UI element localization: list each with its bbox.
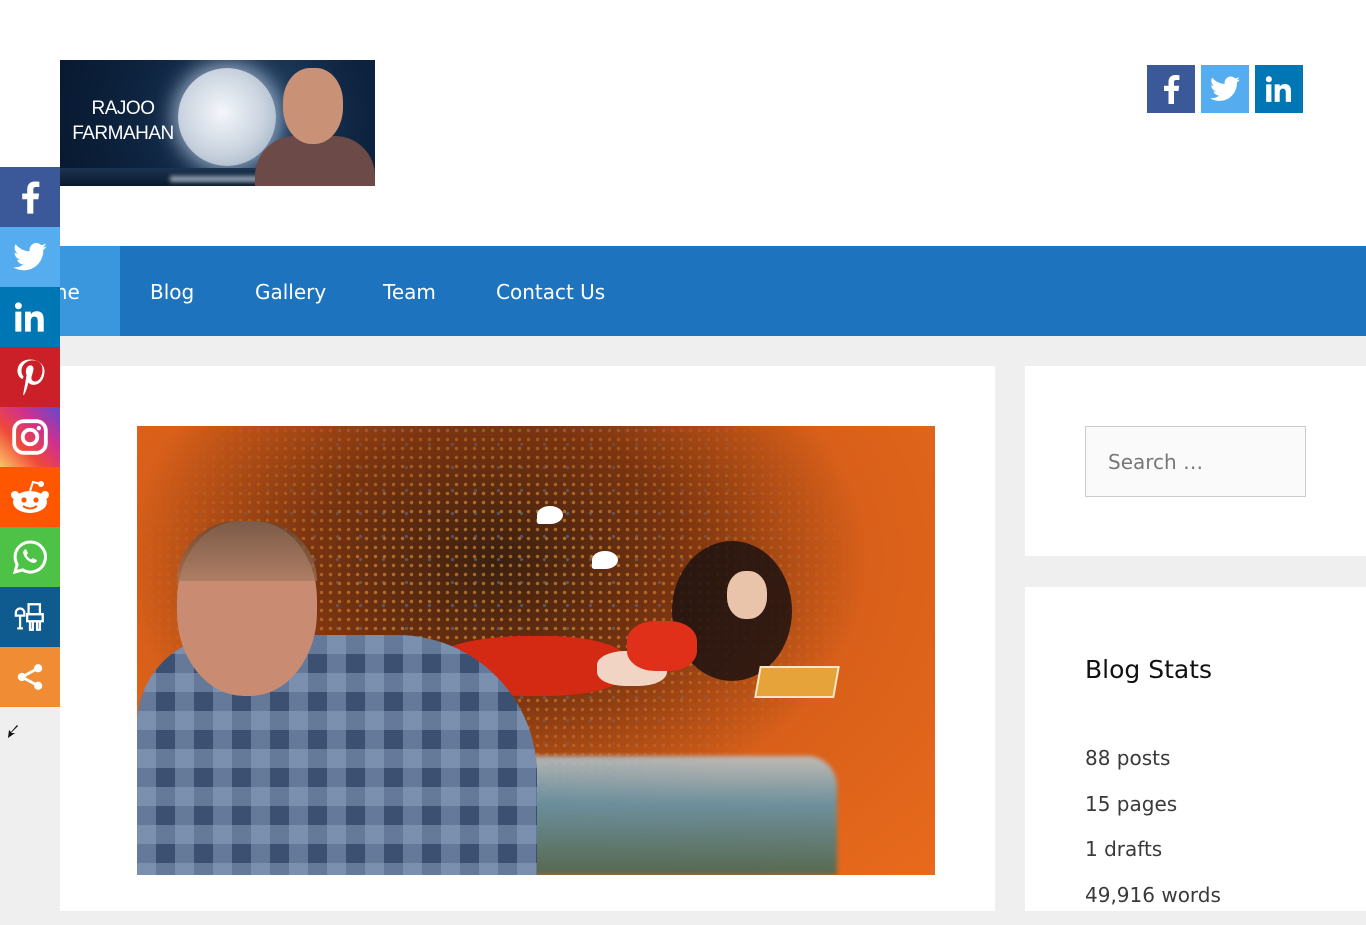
header-social-links: [1147, 65, 1303, 113]
logo-text-line1: RAJOO: [68, 96, 178, 121]
logo-portrait: [255, 68, 375, 186]
share-instagram-button[interactable]: [0, 407, 60, 467]
main-navigation: me Blog Gallery Team Contact Us: [0, 246, 1366, 336]
header-facebook-link[interactable]: [1147, 65, 1195, 113]
main-content: [60, 366, 995, 911]
share-more-button[interactable]: [0, 647, 60, 707]
site-logo[interactable]: RAJOO FARMAHAN: [60, 60, 375, 186]
collapse-arrow-icon: [4, 724, 20, 740]
share-bookmark-button[interactable]: [0, 587, 60, 647]
blog-stats-widget: Blog Stats 88 posts 15 pages 1 drafts 49…: [1025, 587, 1366, 911]
share-pinterest-button[interactable]: [0, 347, 60, 407]
bookmark-service-icon: [13, 600, 47, 634]
dove-graphic: [537, 506, 563, 524]
stat-drafts: 1 drafts: [1085, 834, 1221, 880]
painting-water: [487, 756, 837, 875]
header-linkedin-link[interactable]: [1255, 65, 1303, 113]
nav-item-contact-us[interactable]: Contact Us: [496, 246, 605, 336]
stat-words: 49,916 words: [1085, 880, 1221, 925]
linkedin-icon: [14, 301, 46, 333]
logo-text: RAJOO FARMAHAN: [68, 96, 178, 146]
linkedin-icon: [1265, 75, 1293, 103]
sidebar-search-widget: [1025, 366, 1366, 556]
dove-graphic: [592, 551, 618, 569]
header-twitter-link[interactable]: [1201, 65, 1249, 113]
share-linkedin-button[interactable]: [0, 287, 60, 347]
facebook-icon: [1162, 74, 1180, 104]
share-reddit-button[interactable]: [0, 467, 60, 527]
nav-item-team[interactable]: Team: [383, 246, 436, 336]
whatsapp-icon: [12, 539, 48, 575]
share-whatsapp-button[interactable]: [0, 527, 60, 587]
blog-stats-title: Blog Stats: [1085, 655, 1212, 684]
book-graphic: [754, 666, 840, 698]
stat-posts: 88 posts: [1085, 743, 1221, 789]
logo-text-line2: FARMAHAN: [68, 121, 178, 146]
site-header: RAJOO FARMAHAN: [0, 0, 1366, 246]
pinterest-icon: [15, 358, 45, 396]
blog-stats-list: 88 posts 15 pages 1 drafts 49,916 words: [1085, 743, 1221, 925]
featured-image[interactable]: [137, 426, 935, 875]
twitter-icon: [13, 243, 47, 271]
share-icon: [16, 663, 44, 691]
facebook-icon: [20, 180, 40, 214]
hide-share-bar-toggle[interactable]: [4, 724, 22, 742]
share-facebook-button[interactable]: [0, 167, 60, 227]
floating-share-bar: [0, 167, 60, 707]
nav-item-blog[interactable]: Blog: [150, 246, 194, 336]
search-input[interactable]: [1085, 426, 1306, 497]
nav-item-gallery[interactable]: Gallery: [255, 246, 326, 336]
stat-pages: 15 pages: [1085, 789, 1221, 835]
portrait-man: [137, 521, 537, 875]
twitter-icon: [1210, 76, 1240, 102]
reddit-icon: [10, 480, 50, 514]
share-twitter-button[interactable]: [0, 227, 60, 287]
instagram-icon: [11, 418, 49, 456]
